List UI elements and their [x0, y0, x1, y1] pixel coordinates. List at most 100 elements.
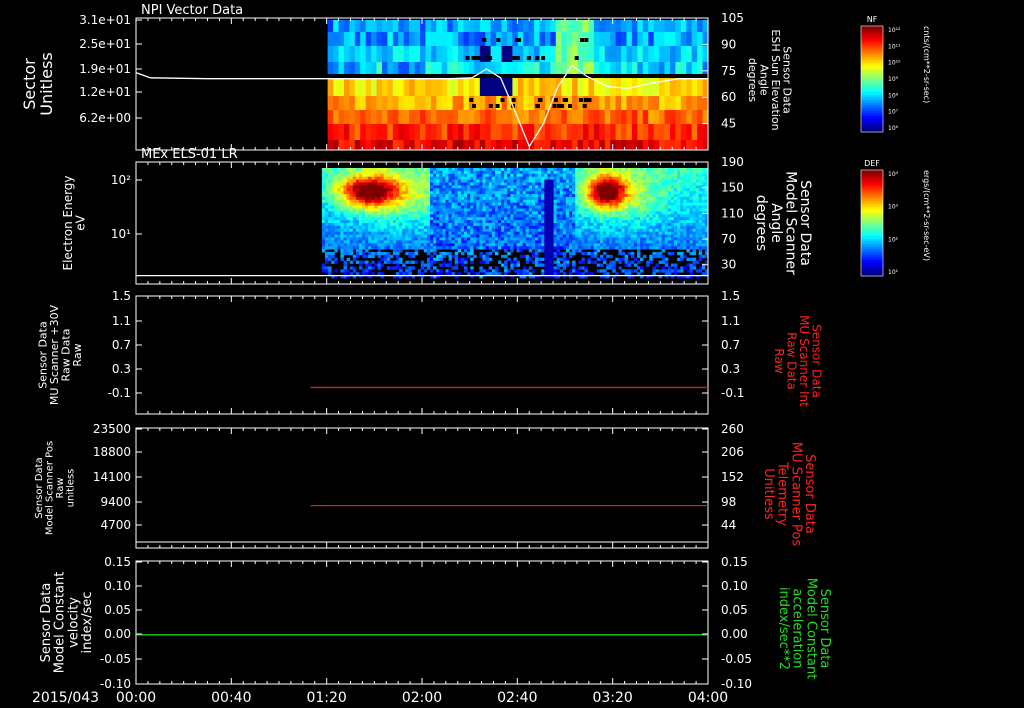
- els-heatmap-cell: [321, 176, 326, 180]
- els-heatmap-cell: [439, 199, 443, 204]
- npi-heatmap-gap: [516, 56, 520, 60]
- els-heatmap-cell: [470, 214, 474, 218]
- els-heatmap-cell: [522, 266, 527, 270]
- els-heatmap-cell: [578, 272, 582, 276]
- els-heatmap-cell: [340, 254, 344, 259]
- els-heatmap-cell: [399, 243, 403, 247]
- npi-heatmap-cell: [686, 110, 693, 124]
- els-heatmap-cell: [380, 234, 385, 238]
- els-heatmap-cell: [485, 191, 490, 195]
- els-heatmap-cell: [522, 170, 527, 175]
- els-heatmap-cell: [411, 266, 415, 270]
- els-heatmap-cell: [630, 185, 635, 189]
- els-heatmap-cell: [337, 179, 341, 183]
- els-heatmap-cell: [562, 211, 567, 215]
- els-heatmap-cell: [405, 188, 409, 192]
- npi-heatmap-cell: [430, 110, 437, 124]
- npi-heatmap-cell: [588, 62, 595, 74]
- els-heatmap-cell: [442, 254, 446, 259]
- npi-heatmap-cell: [604, 20, 611, 32]
- els-heatmap-cell: [519, 246, 524, 250]
- els-heatmap-cell: [689, 185, 693, 189]
- els-heatmap-cell: [325, 257, 329, 261]
- npi-heatmap-cell: [382, 74, 388, 78]
- npi-heatmap-cell: [691, 20, 698, 32]
- els-heatmap-cell: [581, 231, 585, 235]
- els-heatmap-cell: [402, 231, 406, 235]
- els-heatmap-cell: [674, 263, 678, 267]
- els-heatmap-cell: [683, 205, 687, 209]
- npi-heatmap-cell: [398, 140, 405, 150]
- els-heatmap-cell: [368, 182, 372, 186]
- els-heatmap-cell: [578, 237, 582, 241]
- els-heatmap-cell: [689, 231, 693, 235]
- els-heatmap-cell: [423, 188, 428, 192]
- els-heatmap-cell: [643, 168, 647, 172]
- els-heatmap-cell: [621, 269, 625, 273]
- els-heatmap-cell: [334, 234, 338, 238]
- els-heatmap-cell: [698, 243, 703, 247]
- els-heatmap-cell: [525, 223, 530, 227]
- panel-npi-title: NPI Vector Data: [141, 3, 243, 18]
- npi-heatmap-cell: [479, 74, 486, 78]
- els-heatmap-cell: [436, 225, 440, 230]
- els-heatmap-cell: [578, 260, 582, 264]
- els-heatmap-cell: [439, 176, 443, 180]
- els-heatmap-cell: [587, 228, 591, 233]
- els-heatmap-cell: [352, 266, 357, 270]
- els-heatmap-cell: [504, 188, 508, 192]
- els-heatmap-cell: [670, 205, 675, 209]
- els-heatmap-cell: [464, 208, 468, 212]
- els-heatmap-cell: [392, 240, 397, 244]
- els-heatmap-cell: [420, 231, 425, 235]
- els-heatmap-cell: [365, 170, 369, 175]
- els-heatmap-cell: [321, 225, 326, 230]
- els-heatmap-cell: [519, 168, 524, 172]
- els-heatmap-cell: [516, 182, 520, 186]
- els-heatmap-cell: [420, 272, 425, 276]
- els-heatmap-cell: [337, 246, 341, 250]
- els-heatmap-cell: [383, 246, 388, 250]
- els-heatmap-cell: [365, 182, 369, 186]
- npi-heatmap-cell: [338, 32, 345, 46]
- els-heatmap-cell: [606, 237, 610, 241]
- npi-heatmap-gap: [511, 98, 516, 102]
- els-heatmap-cell: [689, 272, 693, 276]
- els-heatmap-cell: [516, 188, 520, 192]
- els-heatmap-cell: [328, 179, 332, 183]
- npi-heatmap-cell: [506, 46, 513, 62]
- els-heatmap-cell: [377, 251, 381, 256]
- els-heatmap-cell: [627, 179, 632, 183]
- els-heatmap-cell: [457, 214, 462, 218]
- els-heatmap-cell: [522, 228, 527, 233]
- els-heatmap-cell: [519, 220, 524, 224]
- els-heatmap-cell: [596, 199, 601, 204]
- els-heatmap-cell: [479, 199, 483, 204]
- els-heatmap-cell: [513, 168, 517, 172]
- els-heatmap-cell: [553, 188, 558, 192]
- els-heatmap-cell: [420, 199, 425, 204]
- npi-heatmap-cell: [648, 32, 655, 46]
- els-heatmap-cell: [352, 223, 357, 227]
- els-heatmap-cell: [442, 202, 446, 206]
- els-heatmap-cell: [485, 225, 490, 230]
- els-heatmap-cell: [658, 199, 663, 204]
- els-heatmap-cell: [464, 217, 468, 221]
- els-heatmap-cell: [599, 257, 604, 261]
- els-heatmap-cell: [491, 168, 496, 172]
- els-heatmap-cell: [674, 243, 678, 247]
- els-heatmap-cell: [473, 234, 477, 238]
- els-heatmap-cell: [436, 182, 440, 186]
- els-heatmap-cell: [470, 243, 474, 247]
- els-heatmap-cell: [565, 196, 570, 201]
- npi-heatmap-cell: [583, 78, 589, 96]
- els-heatmap-cell: [501, 217, 505, 221]
- els-heatmap-cell: [377, 217, 381, 221]
- els-heatmap-cell: [436, 228, 440, 233]
- els-heatmap-cell: [664, 199, 669, 204]
- els-heatmap-cell: [575, 237, 579, 241]
- els-heatmap-cell: [448, 237, 452, 241]
- els-heatmap-cell: [359, 211, 363, 215]
- els-heatmap-cell: [692, 228, 697, 233]
- els-heatmap-cell: [519, 269, 524, 273]
